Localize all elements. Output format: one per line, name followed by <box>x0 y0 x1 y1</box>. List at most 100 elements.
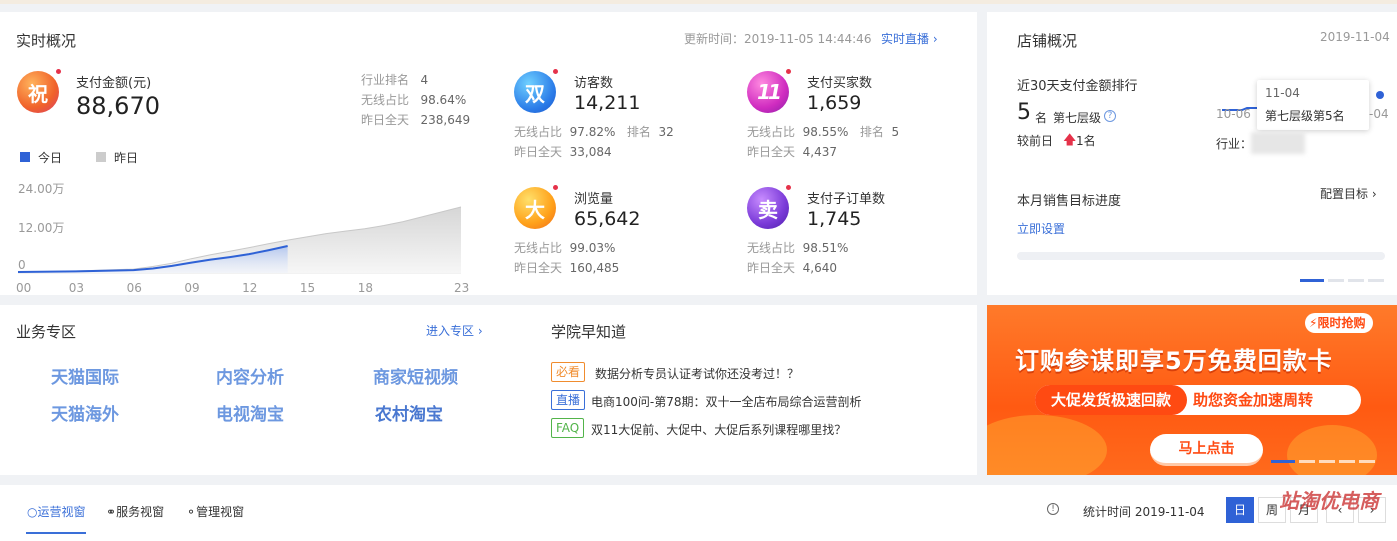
payment-badge-icon: 祝 <box>17 69 61 113</box>
help-icon[interactable]: ? <box>1104 110 1116 122</box>
business-title: 业务专区 <box>16 323 77 341</box>
target-progress-bar <box>1017 252 1385 260</box>
live-link[interactable]: 实时直播 › <box>881 30 938 47</box>
biz-link-content-analysis[interactable]: 内容分析 <box>216 363 284 388</box>
banner-subline-box: 大促发货极速回款 助您资金加速周转 <box>1035 385 1361 415</box>
tab-operations[interactable]: ○运营视窗 <box>27 503 86 520</box>
realtime-overview-card: 实时概况 更新时间：2019-11-05 14:44:46 实时直播 › 祝 支… <box>0 12 977 295</box>
headset-icon: ⚭ <box>106 505 117 519</box>
biz-link-rural-taobao[interactable]: 农村淘宝 <box>375 400 443 425</box>
biz-link-tv-taobao[interactable]: 电视淘宝 <box>216 400 284 425</box>
view-tab-bar: ○运营视窗 ⚭服务视窗 ⚬管理视窗 ! 统计时间 2019-11-04 日 周 … <box>0 485 1397 541</box>
industry-rank-row: 行业排名 4 <box>361 73 429 87</box>
live-link-label: 实时直播 <box>881 32 930 46</box>
ranking-title: 近30天支付金额排行 <box>1017 79 1138 94</box>
tab-service[interactable]: ⚭服务视窗 <box>106 503 164 520</box>
suborders-wireless: 无线占比 98.51% <box>747 241 849 255</box>
biz-link-short-video[interactable]: 商家短视频 <box>373 363 458 388</box>
legend-yesterday-swatch <box>96 152 106 162</box>
tooltip-date: 11-04 <box>1265 86 1300 100</box>
buyers-wireless: 无线占比 98.55% 排名 5 <box>747 125 900 139</box>
chat-icon: ○ <box>27 505 38 519</box>
news-item[interactable]: 电商100问-第78期：双十一全店布局综合运营剖析 <box>591 393 862 410</box>
tab-management[interactable]: ⚬管理视窗 <box>186 503 244 520</box>
suborders-badge-icon: 卖 <box>747 185 791 229</box>
payment-label: 支付金额(元) <box>76 76 152 91</box>
mini-axis-start: 10-06 <box>1216 107 1251 121</box>
realtime-title: 实时概况 <box>16 32 77 50</box>
enter-zone-link[interactable]: 进入专区 › <box>426 322 483 339</box>
x-tick-label: 00 <box>16 281 31 295</box>
banner-dot[interactable] <box>1299 460 1315 463</box>
banner-cta-button[interactable]: 马上点击 <box>1150 434 1263 466</box>
ranking-mini-point[interactable] <box>1376 91 1384 99</box>
biz-link-tmall-overseas[interactable]: 天猫海外 <box>51 400 119 425</box>
target-title: 本月销售目标进度 <box>1017 194 1122 209</box>
config-target-link[interactable]: 配置目标 › <box>1320 185 1377 202</box>
carousel-dot[interactable] <box>1368 279 1384 282</box>
buyers-badge-icon: 11 <box>747 69 791 113</box>
stat-time: 统计时间 2019-11-04 <box>1083 505 1205 519</box>
lock-icon: ⚬ <box>186 505 197 519</box>
y-tick-label: 24.00万 <box>18 182 64 196</box>
banner-dot-active[interactable] <box>1271 460 1295 463</box>
wireless-share-row: 无线占比 98.64% <box>361 93 467 107</box>
biz-link-tmall-intl[interactable]: 天猫国际 <box>51 363 119 388</box>
compare-value: 1名 <box>1076 134 1096 148</box>
mini-axis-end: -04 <box>1369 107 1389 121</box>
news-tag-live: 直播 <box>551 390 586 410</box>
visitors-badge-icon: 双 <box>514 69 558 113</box>
banner-dot[interactable] <box>1319 460 1335 463</box>
banner-dot[interactable] <box>1359 460 1375 463</box>
x-tick-label: 23 <box>454 281 469 295</box>
rank-unit: 名 <box>1035 111 1048 125</box>
update-time: 更新时间：2019-11-05 14:44:46 <box>684 32 872 46</box>
carousel-dot-active[interactable] <box>1300 279 1324 282</box>
academy-title: 学院早知道 <box>551 323 627 341</box>
news-item[interactable]: 双11大促前、大促中、大促后系列课程哪里找？ <box>591 421 846 438</box>
banner-sub-right: 助您资金加速周转 <box>1193 391 1314 409</box>
arrow-up-icon: 🡅 <box>1063 133 1077 148</box>
legend-yesterday-label[interactable]: 昨日 <box>114 149 138 166</box>
pageviews-yesterday: 昨日全天 160,485 <box>514 261 620 275</box>
industry-blurred-value <box>1251 132 1305 154</box>
legend-today-label[interactable]: 今日 <box>38 149 62 166</box>
banner-sub-left: 大促发货极速回款 <box>1035 385 1187 415</box>
shop-title: 店铺概况 <box>1017 32 1078 50</box>
coin-decoration <box>1287 425 1377 475</box>
pageviews-label: 浏览量 <box>574 192 614 207</box>
news-item[interactable]: 数据分析专员认证考试你还没考过！？ <box>595 365 799 382</box>
mini-chart-tooltip: 11-04 第七层级第5名 <box>1257 80 1369 130</box>
watermark: 站淘优电商 <box>1279 489 1379 513</box>
yesterday-total-row: 昨日全天 238,649 <box>361 113 471 127</box>
visitors-wireless: 无线占比 97.82% 排名 32 <box>514 125 674 139</box>
x-tick-label: 15 <box>300 281 315 295</box>
flash-sale-tag: ⚡限时抢购 <box>1305 313 1374 333</box>
y-tick-label: 0 <box>18 258 26 272</box>
visitors-value: 14,211 <box>574 92 641 114</box>
carousel-dot[interactable] <box>1328 279 1344 282</box>
info-icon[interactable]: ! <box>1047 503 1059 515</box>
set-now-link[interactable]: 立即设置 <box>1017 220 1065 237</box>
shop-date: 2019-11-04 <box>1320 30 1390 44</box>
carousel-dot[interactable] <box>1348 279 1364 282</box>
period-day-button[interactable]: 日 <box>1226 497 1254 523</box>
promo-banner[interactable]: ⚡限时抢购 订购参谋即享5万免费回款卡 大促发货极速回款 助您资金加速周转 马上… <box>987 305 1397 475</box>
buyers-yesterday: 昨日全天 4,437 <box>747 145 838 159</box>
suborders-label: 支付子订单数 <box>807 192 886 207</box>
payment-value: 88,670 <box>76 92 160 120</box>
chevron-right-icon: › <box>932 32 938 46</box>
x-tick-label: 03 <box>69 281 84 295</box>
legend-today-swatch <box>20 152 30 162</box>
rank-level: 第七层级 <box>1053 111 1102 125</box>
banner-headline: 订购参谋即享5万免费回款卡 <box>1015 347 1333 375</box>
business-zone-card: 业务专区 进入专区 › 天猫国际 内容分析 商家短视频 天猫海外 电视淘宝 农村… <box>0 305 977 475</box>
tab-active-indicator <box>26 532 86 534</box>
suborders-value: 1,745 <box>807 208 862 230</box>
rank-number: 5 <box>1017 100 1031 125</box>
news-tag-must-read: 必看 <box>551 362 586 382</box>
buyers-label: 支付买家数 <box>807 76 873 91</box>
banner-dot[interactable] <box>1339 460 1355 463</box>
x-tick-label: 06 <box>127 281 142 295</box>
shop-overview-card: 店铺概况 2019-11-04 近30天支付金额排行 5 名 第七层级 ? 较前… <box>987 12 1397 295</box>
